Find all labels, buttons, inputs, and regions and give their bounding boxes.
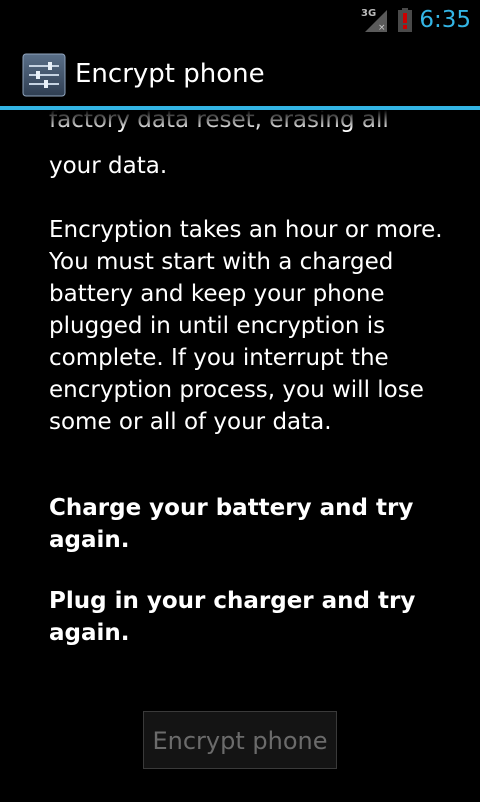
charger-warning-text: Plug in your charger and try again. [49,588,416,646]
signal-icon: 3G × [361,8,387,32]
content-body: factory data reset, erasing all your dat… [49,110,444,649]
clipped-text-line: factory data reset, erasing all [49,110,389,133]
svg-text:3G: 3G [361,8,376,19]
intro-text-tail: your data. [49,153,168,179]
settings-icon[interactable] [22,53,66,97]
battery-alert-icon [398,8,412,32]
content-scroll-area[interactable]: factory data reset, erasing all your dat… [0,110,480,802]
status-bar: 3G × 6:35 [0,0,480,38]
encryption-duration-text: Encryption takes an hour or more. You mu… [49,217,443,435]
clock-time: 6:35 [419,7,471,33]
action-bar: Encrypt phone [0,38,480,108]
page-title: Encrypt phone [75,59,265,89]
battery-warning-text: Charge your battery and try again. [49,495,414,553]
svg-text:×: × [378,23,386,32]
encrypt-phone-button[interactable]: Encrypt phone [143,711,337,769]
